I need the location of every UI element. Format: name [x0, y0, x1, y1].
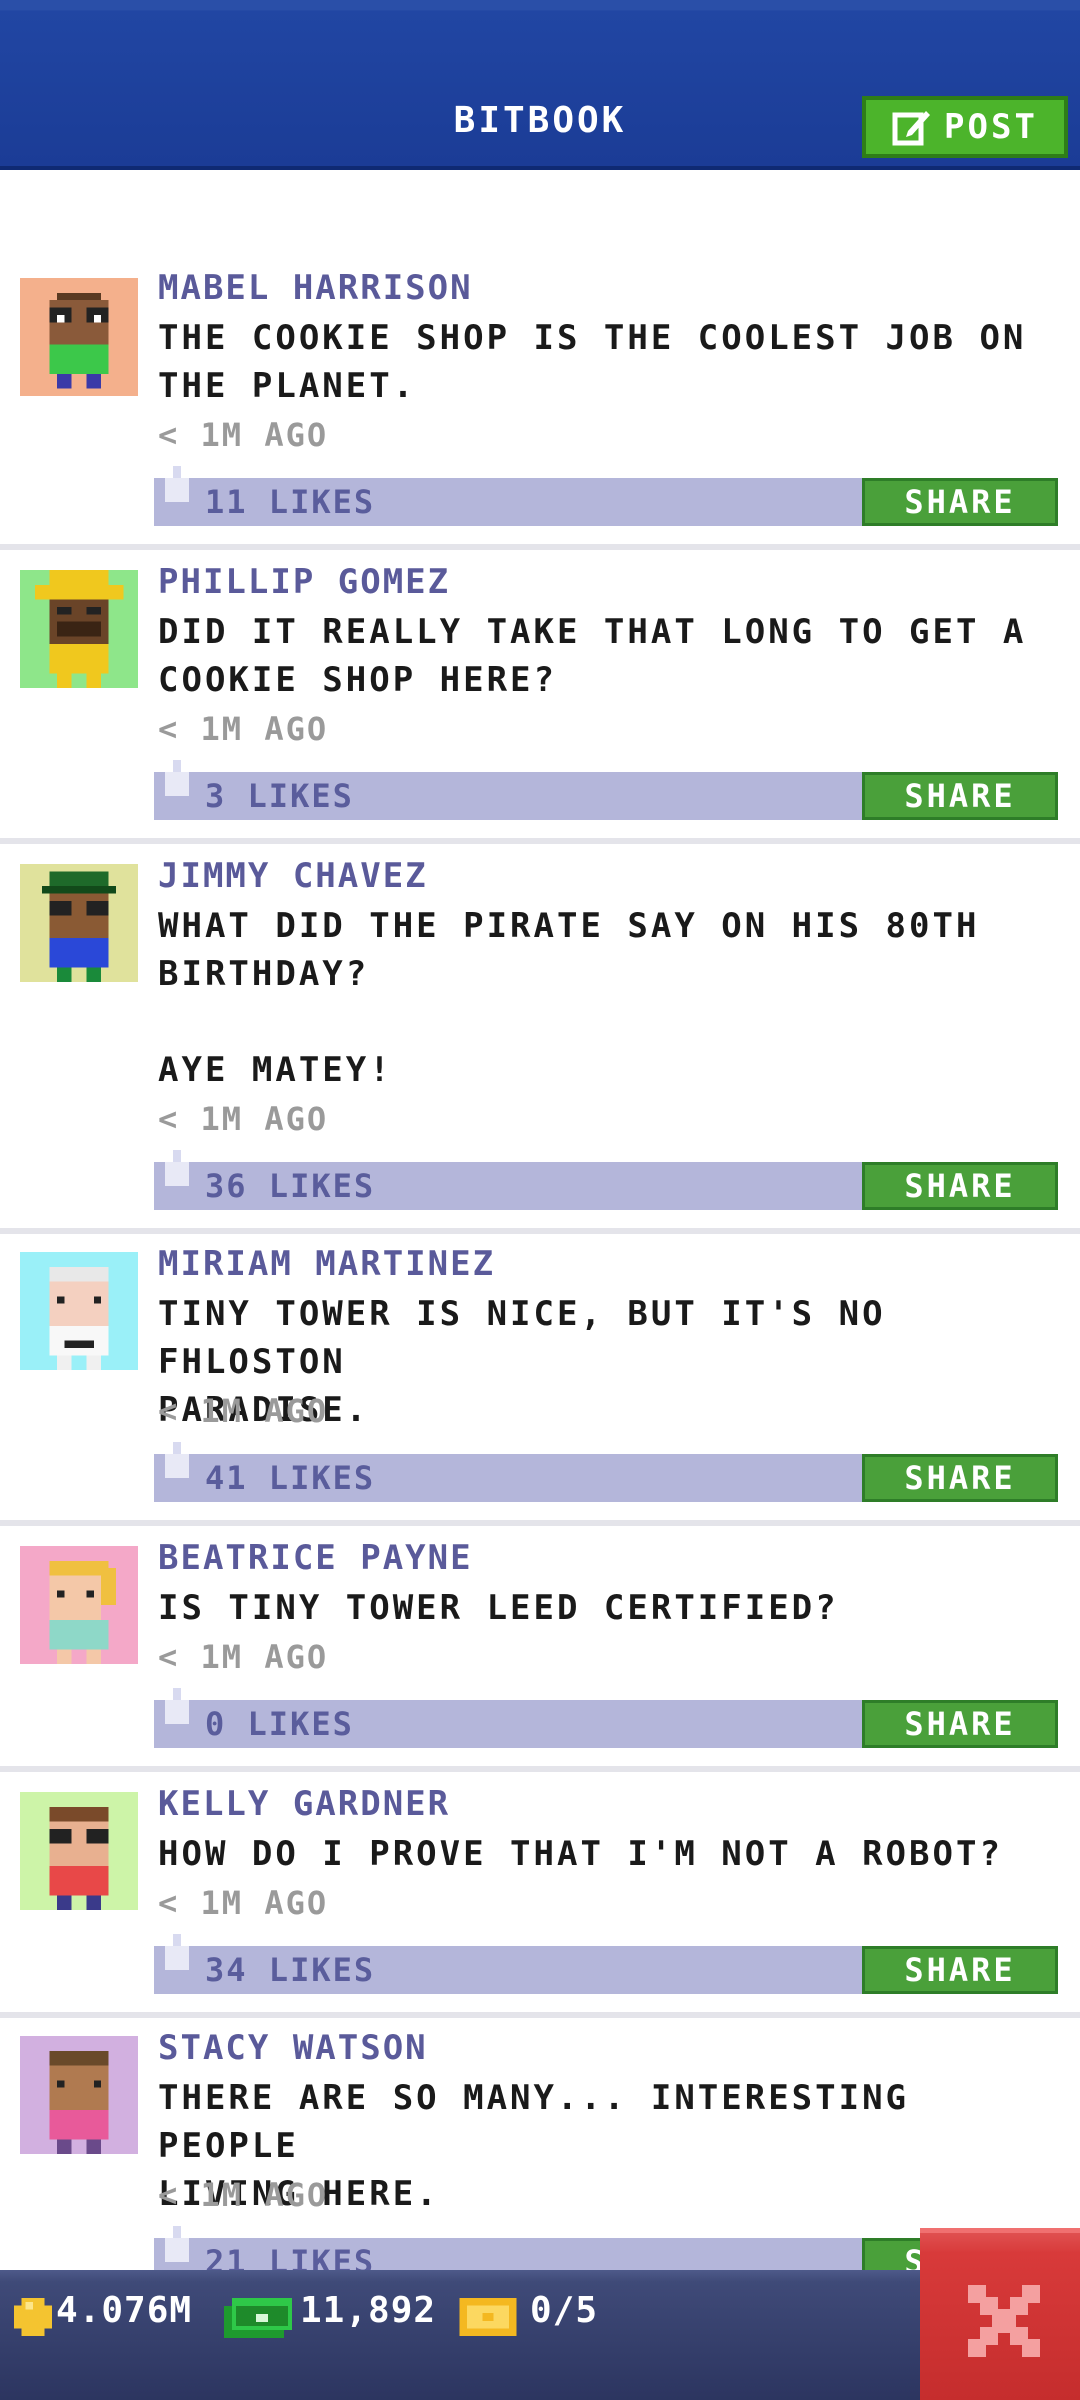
thumbs-up-icon: [165, 760, 189, 796]
like-count: 0 LIKES: [205, 1705, 354, 1743]
close-icon: [968, 2285, 1040, 2357]
like-count: 21 LIKES: [205, 2243, 376, 2270]
thumbs-up-icon: [165, 1934, 189, 1970]
bux-icon: [224, 2298, 292, 2338]
feed-post: PHILLIP GOMEZ DID IT REALLY TAKE THAT LO…: [0, 550, 1080, 844]
share-button[interactable]: SHARE: [862, 478, 1058, 526]
post-time: < 1M AGO: [158, 710, 329, 748]
close-button[interactable]: [920, 2228, 1080, 2400]
thumbs-up-icon: [165, 1688, 189, 1724]
post-message: THE COOKIE SHOP IS THE COOLEST JOB ON TH…: [158, 318, 1027, 406]
avatar: [20, 864, 138, 982]
post-time: < 1M AGO: [158, 2176, 329, 2214]
feed-post: JIMMY CHAVEZ WHAT DID THE PIRATE SAY ON …: [0, 844, 1080, 1234]
post-message: DID IT REALLY TAKE THAT LONG TO GET A CO…: [158, 612, 1027, 700]
post-message: IS TINY TOWER LEED CERTIFIED?: [158, 1588, 839, 1628]
compose-icon: [892, 107, 932, 147]
app-header: BITBOOK POST: [0, 0, 1080, 170]
feed-post: MABEL HARRISON THE COOKIE SHOP IS THE CO…: [0, 170, 1080, 550]
thumbs-up-icon: [165, 466, 189, 502]
share-button[interactable]: SHARE: [862, 1454, 1058, 1502]
post-author[interactable]: STACY WATSON: [158, 2028, 428, 2068]
post-button-label: POST: [944, 107, 1038, 147]
like-count: 34 LIKES: [205, 1951, 376, 1989]
post-button[interactable]: POST: [862, 96, 1068, 158]
thumbs-up-icon: [165, 1442, 189, 1478]
post-author[interactable]: PHILLIP GOMEZ: [158, 562, 450, 602]
post-author[interactable]: MIRIAM MARTINEZ: [158, 1244, 495, 1284]
like-count: 11 LIKES: [205, 483, 376, 521]
ticket-count: 0/5: [530, 2290, 599, 2331]
avatar: [20, 1546, 138, 1664]
feed-post: BEATRICE PAYNE IS TINY TOWER LEED CERTIF…: [0, 1526, 1080, 1772]
like-count: 41 LIKES: [205, 1459, 376, 1497]
avatar: [20, 2036, 138, 2154]
share-button[interactable]: SHARE: [862, 1162, 1058, 1210]
avatar: [20, 1252, 138, 1370]
post-message: WHAT DID THE PIRATE SAY ON HIS 80TH BIRT…: [158, 906, 980, 1090]
thumbs-up-icon: [165, 2226, 189, 2262]
coin-icon: [14, 2298, 52, 2336]
share-button[interactable]: SHARE: [862, 1946, 1058, 1994]
bux-count: 11,892: [300, 2290, 437, 2331]
post-author[interactable]: KELLY GARDNER: [158, 1784, 450, 1824]
coin-count: 4.076M: [56, 2290, 193, 2331]
post-time: < 1M AGO: [158, 1638, 329, 1676]
post-time: < 1M AGO: [158, 1392, 329, 1430]
feed-post: STACY WATSON THERE ARE SO MANY... INTERE…: [0, 2018, 1080, 2270]
post-message: HOW DO I PROVE THAT I'M NOT A ROBOT?: [158, 1834, 1003, 1874]
bitbook-feed[interactable]: MABEL HARRISON THE COOKIE SHOP IS THE CO…: [0, 170, 1080, 2270]
feed-post: MIRIAM MARTINEZ TINY TOWER IS NICE, BUT …: [0, 1234, 1080, 1528]
post-time: < 1M AGO: [158, 416, 329, 454]
share-button[interactable]: SHARE: [862, 772, 1058, 820]
avatar: [20, 1792, 138, 1910]
avatar: [20, 278, 138, 396]
thumbs-up-icon: [165, 1150, 189, 1186]
like-count: 36 LIKES: [205, 1167, 376, 1205]
post-author[interactable]: MABEL HARRISON: [158, 268, 473, 308]
post-time: < 1M AGO: [158, 1884, 329, 1922]
feed-post: KELLY GARDNER HOW DO I PROVE THAT I'M NO…: [0, 1772, 1080, 2018]
post-time: < 1M AGO: [158, 1100, 329, 1138]
share-button[interactable]: SHARE: [862, 1700, 1058, 1748]
post-author[interactable]: JIMMY CHAVEZ: [158, 856, 428, 896]
avatar: [20, 570, 138, 688]
like-count: 3 LIKES: [205, 777, 354, 815]
ticket-icon: [459, 2298, 517, 2336]
post-author[interactable]: BEATRICE PAYNE: [158, 1538, 473, 1578]
